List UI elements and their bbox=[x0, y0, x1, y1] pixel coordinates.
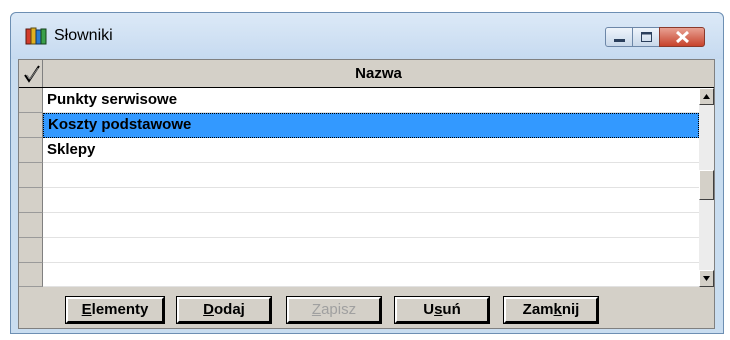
row-name-cell[interactable] bbox=[43, 213, 699, 238]
table-row[interactable]: Punkty serwisowe bbox=[19, 88, 699, 113]
table-row[interactable] bbox=[19, 238, 699, 263]
scroll-thumb[interactable] bbox=[699, 170, 714, 200]
zapisz-button[interactable]: Zapisz bbox=[286, 296, 382, 324]
row-marker[interactable] bbox=[19, 188, 43, 213]
row-marker[interactable] bbox=[19, 163, 43, 188]
arrow-up-icon bbox=[703, 94, 710, 99]
minimize-button[interactable] bbox=[605, 27, 633, 47]
maximize-button[interactable] bbox=[632, 27, 660, 47]
close-button[interactable] bbox=[659, 27, 705, 47]
table-row[interactable]: Sklepy bbox=[19, 138, 699, 163]
grid-header: Nazwa bbox=[19, 60, 714, 88]
dodaj-button[interactable]: Dodaj bbox=[176, 296, 272, 324]
elementy-button[interactable]: Elementy bbox=[65, 296, 165, 324]
checkmark-icon bbox=[24, 65, 40, 83]
row-name-cell[interactable] bbox=[43, 263, 699, 287]
vertical-scrollbar[interactable] bbox=[699, 88, 714, 287]
minimize-icon bbox=[614, 39, 625, 42]
row-marker[interactable] bbox=[19, 263, 43, 287]
row-marker[interactable] bbox=[19, 238, 43, 263]
button-bar: Elementy Dodaj Zapisz Usuń Zamknij bbox=[19, 293, 714, 328]
dictionary-grid: Nazwa Punkty serwisowe Koszty podstawowe… bbox=[19, 60, 714, 287]
row-name-cell[interactable] bbox=[43, 238, 699, 263]
row-name-cell[interactable]: Koszty podstawowe bbox=[43, 113, 699, 138]
row-marker[interactable] bbox=[19, 113, 43, 138]
row-marker[interactable] bbox=[19, 213, 43, 238]
client-area: Nazwa Punkty serwisowe Koszty podstawowe… bbox=[18, 59, 715, 329]
column-header-name[interactable]: Nazwa bbox=[43, 60, 714, 87]
books-icon bbox=[25, 27, 47, 45]
table-row[interactable] bbox=[19, 263, 699, 287]
row-name-cell[interactable] bbox=[43, 163, 699, 188]
row-name-cell[interactable] bbox=[43, 188, 699, 213]
row-marker[interactable] bbox=[19, 138, 43, 163]
scroll-down-button[interactable] bbox=[699, 270, 714, 287]
table-row[interactable] bbox=[19, 213, 699, 238]
maximize-icon bbox=[641, 32, 652, 42]
header-check-cell[interactable] bbox=[19, 60, 43, 87]
arrow-down-icon bbox=[703, 276, 710, 281]
row-marker[interactable] bbox=[19, 88, 43, 113]
table-row[interactable] bbox=[19, 188, 699, 213]
usun-button[interactable]: Usuń bbox=[394, 296, 490, 324]
window-title: Słowniki bbox=[54, 27, 113, 44]
close-icon bbox=[676, 31, 689, 43]
row-name-cell[interactable]: Punkty serwisowe bbox=[43, 88, 699, 113]
row-name-cell[interactable]: Sklepy bbox=[43, 138, 699, 163]
scroll-up-button[interactable] bbox=[699, 88, 714, 105]
table-row-selected[interactable]: Koszty podstawowe bbox=[19, 113, 699, 138]
table-row[interactable] bbox=[19, 163, 699, 188]
dictionaries-window: Słowniki Nazwa Punkty serwisowe Koszty p… bbox=[10, 12, 724, 334]
title-bar[interactable]: Słowniki bbox=[11, 13, 723, 59]
zamknij-button[interactable]: Zamknij bbox=[503, 296, 599, 324]
